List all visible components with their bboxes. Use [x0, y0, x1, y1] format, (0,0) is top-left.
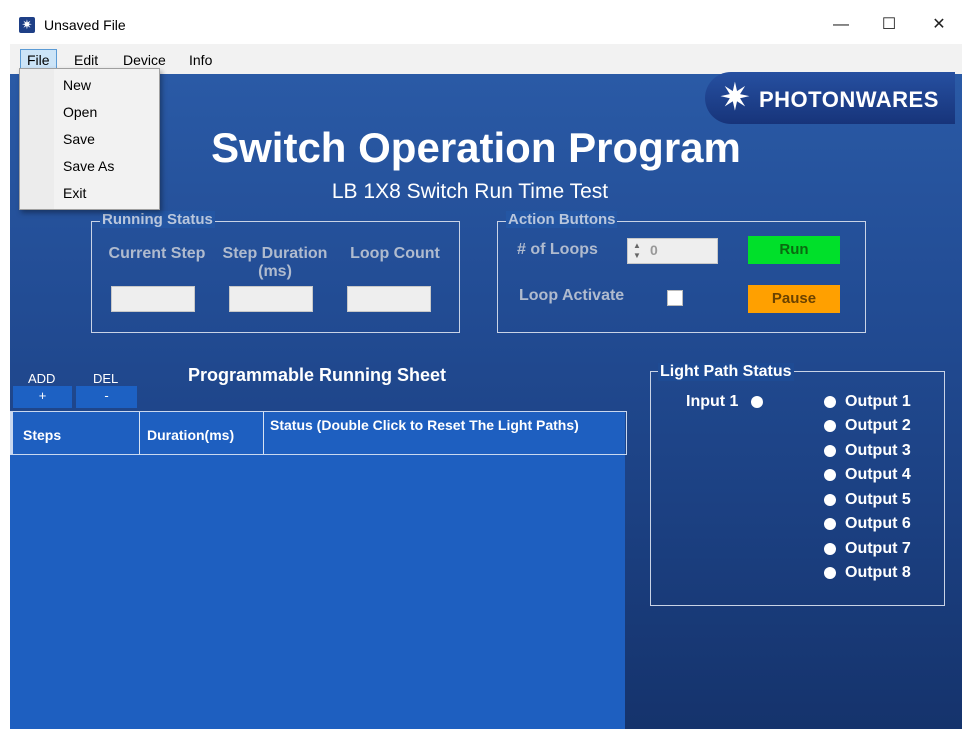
action-buttons-label: Action Buttons	[506, 211, 618, 228]
current-step-field	[111, 286, 195, 312]
output-1-label: Output 1	[845, 393, 911, 410]
add-label: ADD	[28, 371, 56, 386]
column-steps[interactable]: Steps	[23, 427, 61, 443]
menu-edit[interactable]: Edit	[68, 50, 104, 70]
column-duration[interactable]: Duration(ms)	[147, 427, 234, 443]
pause-button[interactable]: Pause	[748, 285, 840, 313]
menu-icon-gutter	[20, 69, 54, 209]
output-6-label: Output 6	[845, 515, 911, 532]
run-button[interactable]: Run	[748, 236, 840, 264]
menu-save-as[interactable]: Save As	[63, 158, 114, 174]
close-button[interactable]: ✕	[916, 8, 962, 42]
column-status[interactable]: Status (Double Click to Reset The Light …	[270, 417, 610, 434]
title-bar: ✷ Unsaved File — ☐ ✕	[10, 8, 962, 44]
photonwares-logo: ✷ PHOTONWARES	[705, 72, 955, 124]
output-8-indicator	[824, 567, 836, 579]
logo-text: PHOTONWARES	[759, 87, 939, 112]
output-7-indicator	[824, 543, 836, 555]
running-sheet-grid[interactable]: Steps Duration(ms) Status (Double Click …	[10, 411, 627, 729]
output-2-label: Output 2	[845, 417, 911, 434]
step-duration-field	[229, 286, 313, 312]
loops-spinner[interactable]: ▲ ▼ 0	[627, 238, 718, 264]
loop-activate-checkbox[interactable]	[667, 290, 683, 306]
output-8-label: Output 8	[845, 564, 911, 581]
loop-count-label: Loop Count	[350, 245, 440, 262]
spinner-arrows-icon[interactable]: ▲ ▼	[630, 241, 644, 261]
file-dropdown-menu: New Open Save Save As Exit	[19, 68, 160, 210]
app-star-icon: ✷	[19, 17, 35, 33]
step-duration-label: Step Duration (ms)	[222, 245, 328, 280]
window-title: Unsaved File	[44, 17, 126, 33]
output-6-indicator	[824, 518, 836, 530]
minimize-button[interactable]: —	[818, 8, 864, 42]
current-step-label: Current Step	[108, 245, 206, 262]
del-label: DEL	[93, 371, 119, 386]
output-5-indicator	[824, 494, 836, 506]
loops-label: # of Loops	[517, 241, 598, 258]
menu-open[interactable]: Open	[63, 104, 97, 120]
logo-star-icon: ✷	[719, 77, 751, 119]
output-3-label: Output 3	[845, 442, 911, 459]
column-divider	[139, 412, 140, 454]
running-status-label: Running Status	[100, 211, 215, 228]
output-1-indicator	[824, 396, 836, 408]
delete-row-button[interactable]: -	[76, 386, 137, 408]
light-path-status-label: Light Path Status	[658, 363, 794, 381]
input-1-indicator	[751, 396, 763, 408]
input-1-label: Input 1	[686, 393, 739, 410]
add-row-button[interactable]: +	[13, 386, 72, 408]
output-5-label: Output 5	[845, 491, 911, 508]
output-4-label: Output 4	[845, 466, 911, 483]
loop-activate-label: Loop Activate	[519, 287, 625, 304]
menu-new[interactable]: New	[63, 77, 91, 93]
menu-save[interactable]: Save	[63, 131, 95, 147]
grid-header: Steps Duration(ms) Status (Double Click …	[10, 411, 627, 455]
output-7-label: Output 7	[845, 540, 911, 557]
menu-device[interactable]: Device	[117, 50, 172, 70]
menu-exit[interactable]: Exit	[63, 185, 86, 201]
output-2-indicator	[824, 420, 836, 432]
loop-count-field	[347, 286, 431, 312]
sheet-title: Programmable Running Sheet	[188, 365, 447, 385]
maximize-button[interactable]: ☐	[866, 8, 912, 42]
menu-info[interactable]: Info	[183, 50, 218, 70]
loops-value: 0	[650, 242, 658, 258]
column-divider	[263, 412, 264, 454]
output-3-indicator	[824, 445, 836, 457]
output-4-indicator	[824, 469, 836, 481]
